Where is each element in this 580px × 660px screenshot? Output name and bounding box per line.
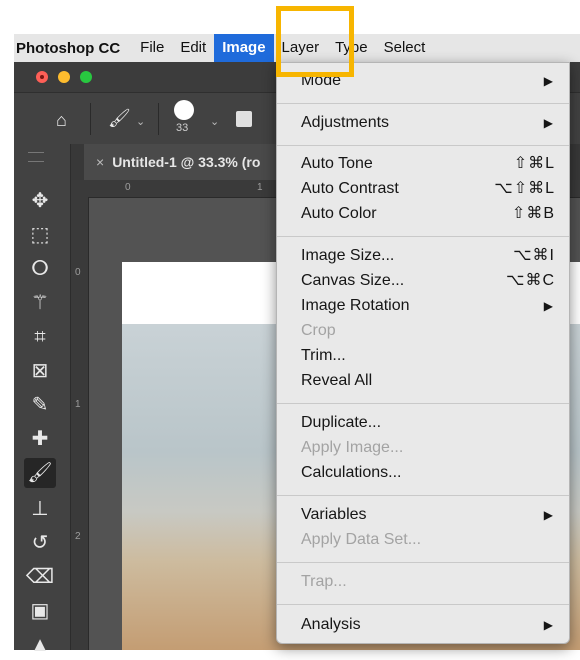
history-brush-tool-icon[interactable]: ↺ [24, 528, 56, 558]
ruler-label: 2 [75, 531, 81, 542]
menu-item-crop: Crop [277, 319, 569, 343]
menu-item-label: Image Size... [301, 247, 395, 264]
eraser-tool-icon[interactable]: ⌫ [24, 562, 56, 592]
brush-picker-chevron-icon[interactable]: ⌄ [210, 113, 219, 131]
menu-image[interactable]: Image [214, 34, 274, 62]
menu-edit[interactable]: Edit [172, 34, 214, 62]
minimize-window-button[interactable] [58, 71, 70, 83]
menu-item-analysis[interactable]: Analysis ▶ [277, 613, 569, 637]
image-menu-highlight-box [276, 6, 354, 77]
menu-item-label: Crop [301, 322, 336, 339]
menu-item-shortcut: ⌥⌘I [513, 247, 555, 264]
brush-settings-icon[interactable] [236, 111, 252, 127]
document-tab[interactable]: × Untitled-1 @ 33.3% (ro [84, 144, 304, 180]
gradient-tool-icon[interactable]: ▣ [24, 596, 56, 626]
tools-panel: ✥ ⬚ ⵔ ⚚ ⌗ ⊠ ✎ ✚ 🖌 ⊥ ↺ ⌫ ▣ ▲ [14, 144, 71, 656]
menu-item-duplicate[interactable]: Duplicate... [277, 411, 569, 435]
frame-tool-icon[interactable]: ⊠ [24, 356, 56, 386]
menu-item-label: Auto Contrast [301, 180, 399, 197]
menu-item-shortcut: ⇧⌘L [513, 155, 555, 172]
menu-item-auto-contrast[interactable]: Auto Contrast ⌥⇧⌘L [277, 177, 569, 201]
menu-item-trim[interactable]: Trim... [277, 344, 569, 368]
magic-wand-tool-icon[interactable]: ⚚ [24, 288, 56, 318]
home-icon[interactable]: ⌂ [56, 111, 67, 129]
menu-item-reveal-all[interactable]: Reveal All [277, 369, 569, 393]
menu-item-label: Reveal All [301, 372, 373, 389]
clone-stamp-tool-icon[interactable]: ⊥ [24, 494, 56, 524]
zoom-window-button[interactable] [80, 71, 92, 83]
ruler-label: 1 [257, 182, 263, 193]
submenu-arrow-icon: ▶ [543, 299, 553, 313]
menu-item-variables[interactable]: Variables ▶ [277, 503, 569, 527]
menu-item-apply-image: Apply Image... [277, 436, 569, 460]
menu-item-label: Trim... [301, 347, 346, 364]
app-name-menu[interactable]: Photoshop CC [14, 40, 132, 57]
ruler-label: 1 [75, 399, 81, 410]
menu-item-auto-tone[interactable]: Auto Tone ⇧⌘L [277, 152, 569, 176]
menu-item-canvas-size[interactable]: Canvas Size... ⌥⌘C [277, 269, 569, 293]
close-window-button[interactable] [36, 71, 48, 83]
menu-item-shortcut: ⇧⌘B [511, 205, 555, 222]
crop-tool-icon[interactable]: ⌗ [24, 322, 56, 352]
menu-item-label: Auto Color [301, 205, 377, 222]
brush-preview-icon[interactable] [174, 100, 194, 120]
eyedropper-tool-icon[interactable]: ✎ [24, 390, 56, 420]
menu-item-image-size[interactable]: Image Size... ⌥⌘I [277, 244, 569, 268]
close-tab-icon[interactable]: × [84, 154, 112, 170]
submenu-arrow-icon: ▶ [543, 508, 553, 522]
marquee-tool-icon[interactable]: ⬚ [24, 220, 56, 250]
menu-item-label: Trap... [301, 573, 347, 590]
paint-bucket-tool-icon[interactable]: ▲ [24, 630, 56, 660]
move-tool-icon[interactable]: ✥ [24, 186, 56, 216]
menu-item-label: Variables [301, 506, 367, 523]
menu-item-label: Calculations... [301, 464, 402, 481]
submenu-arrow-icon: ▶ [543, 74, 553, 88]
submenu-arrow-icon: ▶ [543, 116, 553, 130]
vertical-ruler[interactable]: 0 1 2 [71, 197, 89, 650]
document-tab-title: Untitled-1 @ 33.3% (ro [112, 154, 261, 170]
menu-item-shortcut: ⌥⇧⌘L [494, 180, 555, 197]
menu-item-label: Canvas Size... [301, 272, 405, 289]
menu-item-label: Analysis [301, 616, 361, 633]
menu-item-trap: Trap... [277, 570, 569, 594]
menu-item-adjustments[interactable]: Adjustments ▶ [277, 111, 569, 135]
menu-item-label: Auto Tone [301, 155, 373, 172]
menu-item-apply-data-set: Apply Data Set... [277, 528, 569, 552]
ruler-label: 0 [75, 267, 81, 278]
menu-item-image-rotation[interactable]: Image Rotation ▶ [277, 294, 569, 318]
healing-brush-tool-icon[interactable]: ✚ [24, 424, 56, 454]
menu-item-label: Apply Data Set... [301, 531, 422, 548]
menu-item-label: Adjustments [301, 114, 390, 131]
panel-grip-icon[interactable] [28, 152, 44, 162]
menu-file[interactable]: File [132, 34, 172, 62]
menu-item-calculations[interactable]: Calculations... [277, 461, 569, 485]
menu-select[interactable]: Select [376, 34, 434, 62]
brush-tool-preset-icon[interactable]: 🖌 [108, 109, 131, 127]
brush-tool-icon[interactable]: 🖌 [24, 458, 56, 488]
image-menu-dropdown: Mode ▶ Adjustments ▶ Auto Tone ⇧⌘L Auto … [276, 62, 570, 644]
menu-item-label: Duplicate... [301, 414, 382, 431]
menu-item-label: Image Rotation [301, 297, 410, 314]
lasso-tool-icon[interactable]: ⵔ [24, 254, 56, 284]
menu-item-shortcut: ⌥⌘C [506, 272, 555, 289]
menu-item-auto-color[interactable]: Auto Color ⇧⌘B [277, 202, 569, 226]
chevron-down-icon[interactable]: ⌄ [136, 113, 145, 131]
ruler-label: 0 [125, 182, 131, 193]
menu-item-label: Apply Image... [301, 439, 404, 456]
submenu-arrow-icon: ▶ [543, 618, 553, 632]
brush-size-value: 33 [176, 122, 189, 134]
